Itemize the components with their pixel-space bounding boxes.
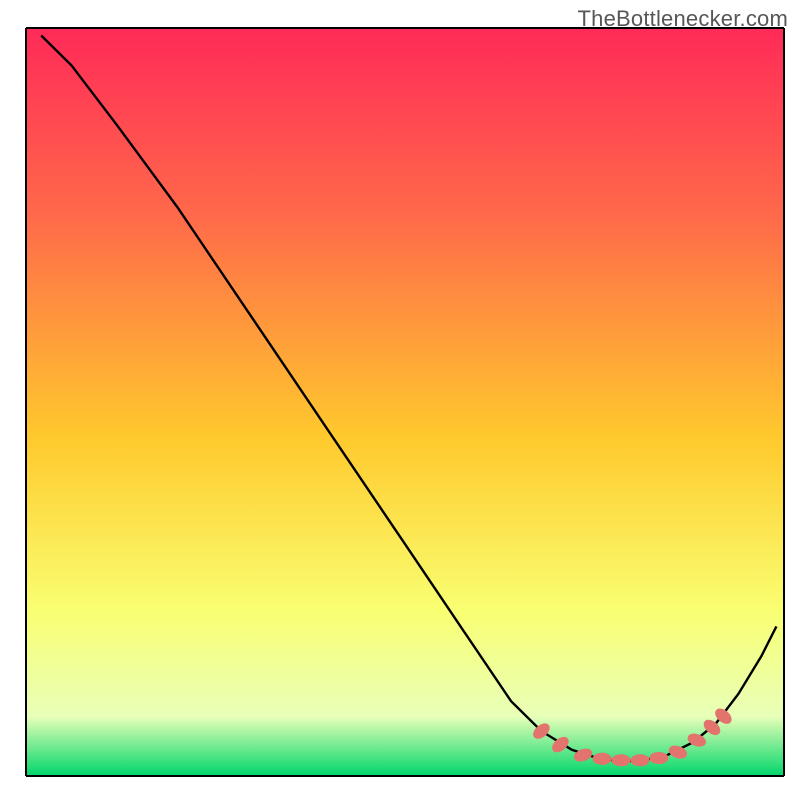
bottleneck-curve-chart: [0, 0, 800, 800]
curve-marker: [593, 753, 611, 764]
watermark-label: TheBottlenecker.com: [578, 6, 788, 32]
plot-background: [26, 28, 784, 776]
curve-marker: [612, 755, 630, 766]
curve-marker: [631, 755, 649, 766]
chart-container: TheBottlenecker.com: [0, 0, 800, 800]
curve-marker: [650, 753, 668, 764]
